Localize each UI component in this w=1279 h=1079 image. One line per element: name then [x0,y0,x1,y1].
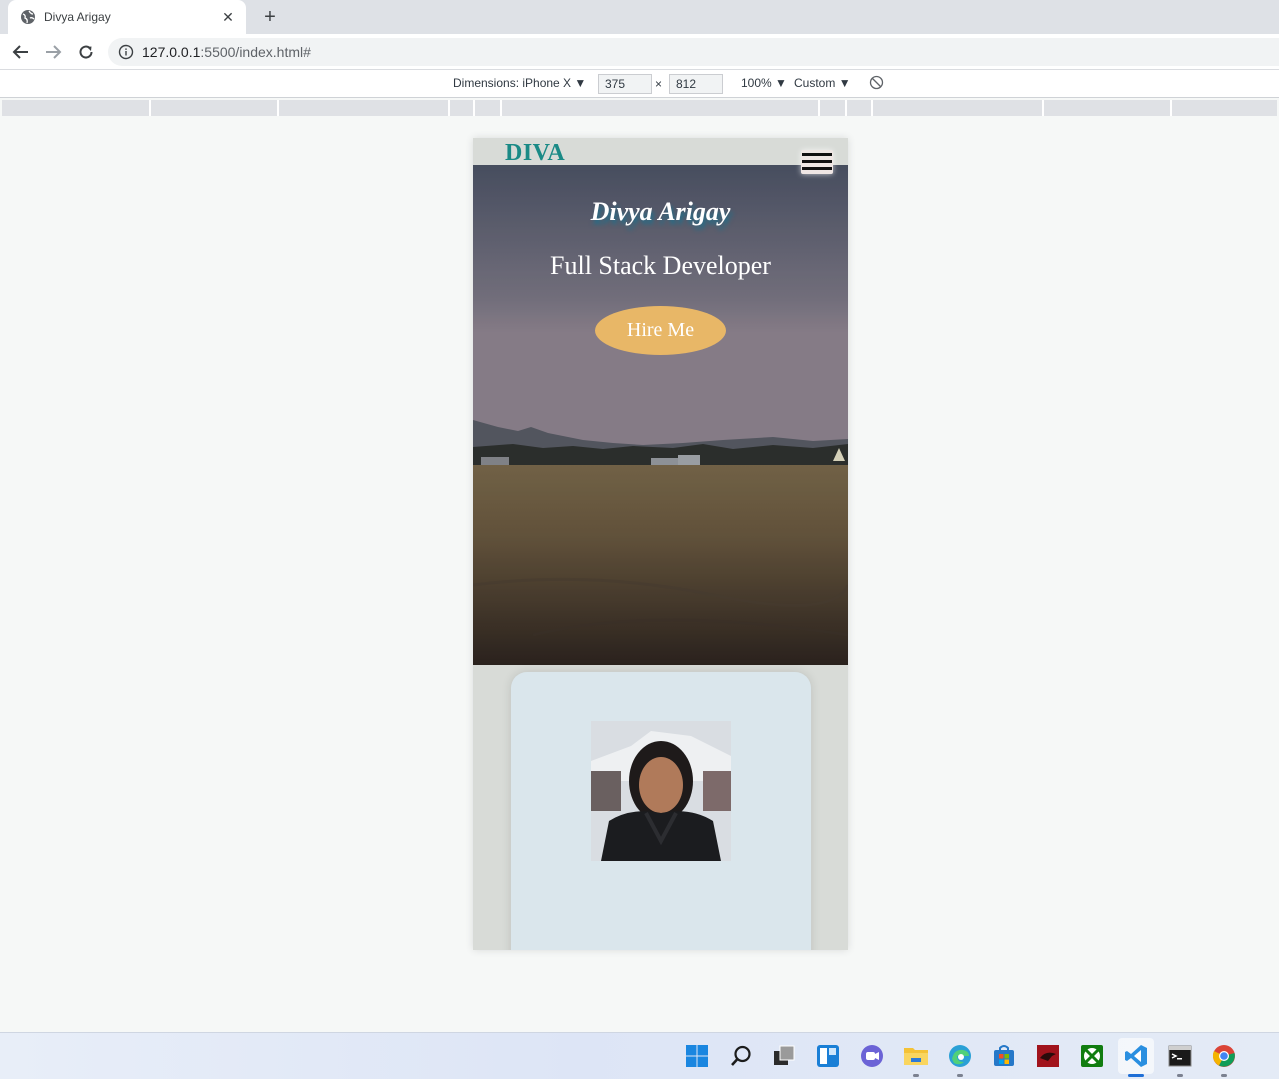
back-arrow-icon [12,45,28,59]
site-info-icon[interactable] [118,44,134,60]
ruler-divider [818,100,820,116]
profile-photo [591,721,731,861]
dropdown-caret-icon: ▼ [775,76,787,90]
site-navbar: DIVA [473,138,848,167]
chrome-icon[interactable] [1211,1043,1237,1077]
ruler-divider [871,100,873,116]
active-indicator [1128,1074,1144,1077]
forward-button[interactable] [41,40,65,64]
file-explorer-icon[interactable] [903,1043,929,1077]
hamburger-menu-icon[interactable] [801,150,833,174]
hire-me-button[interactable]: Hire Me [595,306,726,355]
device-viewport: Divya Arigay Full Stack Developer Hire M… [473,138,848,950]
browser-tab-strip: Divya Arigay ✕ + [0,0,1279,34]
width-input[interactable]: 375 [598,74,652,94]
windows-taskbar [0,1032,1279,1079]
app-icon[interactable] [1035,1043,1061,1069]
dimensions-label: Dimensions: iPhone X [453,76,572,90]
dropdown-caret-icon: ▼ [574,76,587,90]
globe-icon [21,10,35,24]
tab-title: Divya Arigay [44,10,111,24]
running-indicator [913,1074,919,1077]
zoom-value: 100% [741,76,772,90]
rotate-button[interactable] [869,75,884,93]
forward-arrow-icon [46,45,62,59]
reload-icon [79,45,93,59]
ruler-divider [448,100,450,116]
edge-icon[interactable] [947,1043,973,1077]
site-logo[interactable]: DIVA [505,140,565,167]
terminal-icon[interactable] [1167,1043,1193,1077]
windows-start-icon[interactable] [684,1043,710,1069]
vscode-icon[interactable] [1118,1038,1154,1077]
throttle-value: Custom [794,76,836,90]
url-text: 127.0.0.1:5500/index.html# [142,44,311,60]
hamburger-bar [802,167,832,170]
hamburger-bar [802,153,832,156]
url-path: :5500/index.html# [200,44,311,60]
address-bar[interactable]: 127.0.0.1:5500/index.html# [108,38,1279,66]
running-indicator [957,1074,963,1077]
ruler-divider [149,100,151,116]
running-indicator [1177,1074,1183,1077]
ruler-divider [473,100,475,116]
xbox-icon[interactable] [1079,1043,1105,1069]
profile-photo-image [591,721,731,861]
hamburger-bar [802,160,832,163]
hero-role: Full Stack Developer [550,251,771,280]
hero-name: Divya Arigay [590,197,731,226]
tab-close-icon[interactable]: ✕ [220,9,236,26]
hero-section: Divya Arigay Full Stack Developer Hire M… [473,165,848,665]
zoom-select[interactable]: 100% ▼ [741,76,787,90]
ruler-divider [845,100,847,116]
ruler-divider [277,100,279,116]
profile-card [511,672,811,950]
widgets-icon[interactable] [815,1043,841,1069]
url-host: 127.0.0.1 [142,44,201,60]
dropdown-caret-icon: ▼ [838,76,851,90]
throttle-select[interactable]: Custom ▼ [794,76,851,90]
media-query-ruler [2,100,1277,116]
rotate-disabled-icon [869,75,884,90]
teams-chat-icon[interactable] [859,1043,885,1069]
ruler-divider [1042,100,1044,116]
running-indicator [1221,1074,1227,1077]
task-view-icon[interactable] [771,1043,797,1069]
store-icon[interactable] [991,1043,1017,1069]
reload-button[interactable] [74,40,98,64]
height-input[interactable]: 812 [669,74,723,94]
search-icon[interactable] [728,1043,754,1069]
device-toolbar: Dimensions: iPhone X ▼ 375 × 812 100% ▼ … [0,70,1279,98]
browser-toolbar: 127.0.0.1:5500/index.html# [0,34,1279,70]
ruler-divider [1170,100,1172,116]
back-button[interactable] [9,40,33,64]
new-tab-button[interactable]: + [258,5,282,29]
hero-background-image [473,165,848,665]
times-sign: × [655,77,663,91]
browser-tab[interactable]: Divya Arigay ✕ [8,0,246,34]
ruler-divider [500,100,502,116]
dimensions-select[interactable]: Dimensions: iPhone X ▼ [453,76,586,90]
